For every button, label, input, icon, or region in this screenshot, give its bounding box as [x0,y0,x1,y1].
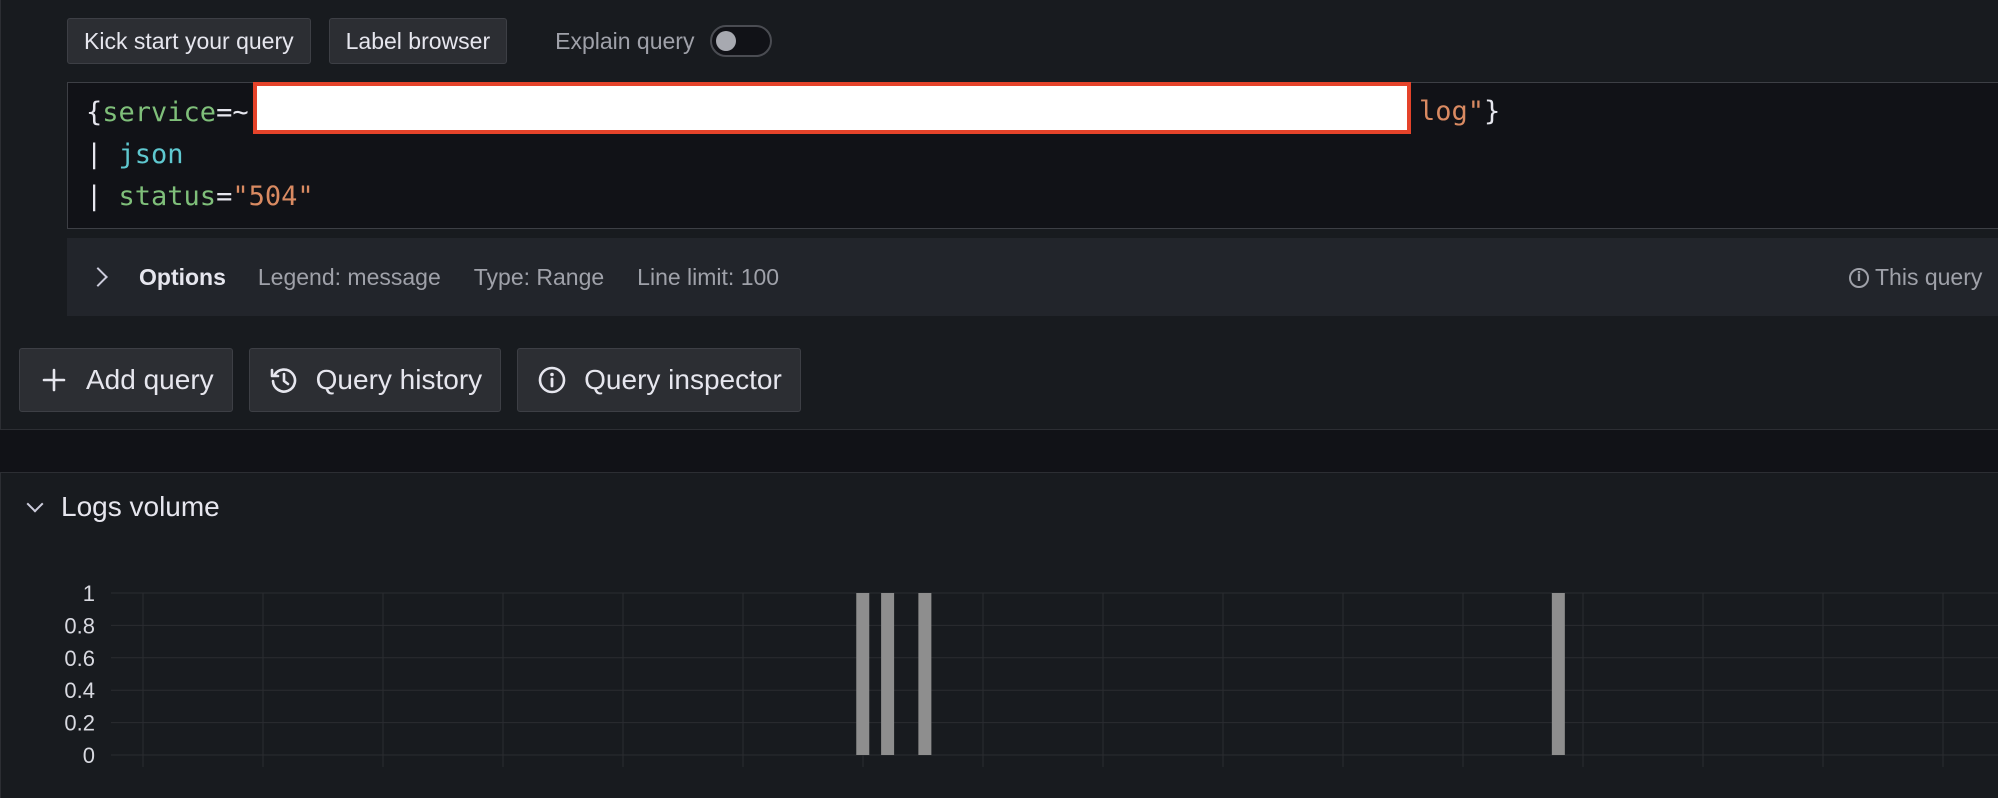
legend-option: Legend: message [257,263,441,290]
label-key: service [102,97,217,128]
toggle-knob [716,31,737,51]
code-line-2: | json [86,135,184,175]
add-query-button[interactable]: Add query [19,348,233,412]
label-browser-button[interactable]: Label browser [328,18,508,64]
y-tick-label: 0.6 [64,646,95,671]
info-circle-icon [536,364,568,396]
explain-query-control: Explain query [555,25,773,57]
query-actions: Add query Query history Query inspector [19,348,801,412]
options-label[interactable]: Options [139,264,226,291]
json-parser: json [118,139,184,170]
plus-icon [38,364,70,396]
status-label: status [118,181,217,212]
close-brace: } [1484,96,1501,127]
explain-query-toggle[interactable] [710,25,773,57]
line-limit-option: Line limit: 100 [637,263,780,290]
code-line-1-tail: log"} [1419,92,1500,132]
y-tick-label: 1 [83,581,95,606]
regex-operator: =~ [216,97,249,128]
logs-volume-panel: Logs volume 1 0.8 0.6 0.4 0.2 0 [0,472,1998,798]
query-toolbar: Kick start your query Label browser Expl… [67,18,773,64]
volume-bar [1551,593,1565,755]
code-line-3: | status="504" [86,177,314,217]
query-history-button[interactable]: Query history [248,348,502,412]
type-option: Type: Range [473,263,605,290]
info-icon: i [1849,267,1869,288]
code-line-1: {service=~ [86,93,249,133]
history-icon [268,364,300,396]
y-tick-label: 0 [83,743,95,768]
pipe-symbol: | [86,139,119,170]
pipe-symbol: | [86,181,119,212]
query-options-row[interactable]: Options Legend: message Type: Range Line… [67,238,1998,316]
explore-page: Kick start your query Label browser Expl… [0,0,1998,798]
y-tick-label: 0.8 [64,613,95,638]
y-tick-label: 0.4 [64,678,95,703]
volume-bar [856,593,870,755]
query-inspector-button[interactable]: Query inspector [517,348,801,412]
chevron-down-icon[interactable] [26,495,44,513]
logs-volume-title: Logs volume [61,491,220,522]
query-history-label: Query history [315,364,483,395]
volume-bar [918,593,932,755]
explain-query-label: Explain query [555,27,695,54]
query-inspector-label: Query inspector [584,364,782,395]
y-tick-label: 0.2 [64,711,95,736]
query-info-note: i This query [1849,264,1982,291]
redaction-box [253,82,1411,134]
open-brace: { [86,97,103,128]
chevron-right-icon[interactable] [88,267,108,287]
logs-volume-header[interactable]: Logs volume [23,491,220,523]
status-value: "504" [232,181,314,212]
equals-operator: = [216,181,233,212]
volume-bar [881,593,895,755]
query-editor-section: Kick start your query Label browser Expl… [0,0,1998,430]
logs-volume-chart: 1 0.8 0.6 0.4 0.2 0 [64,581,1998,768]
query-info-text: This query [1875,264,1983,290]
kick-start-button[interactable]: Kick start your query [67,18,311,64]
add-query-label: Add query [86,364,214,395]
label-value-tail: log" [1419,96,1485,127]
